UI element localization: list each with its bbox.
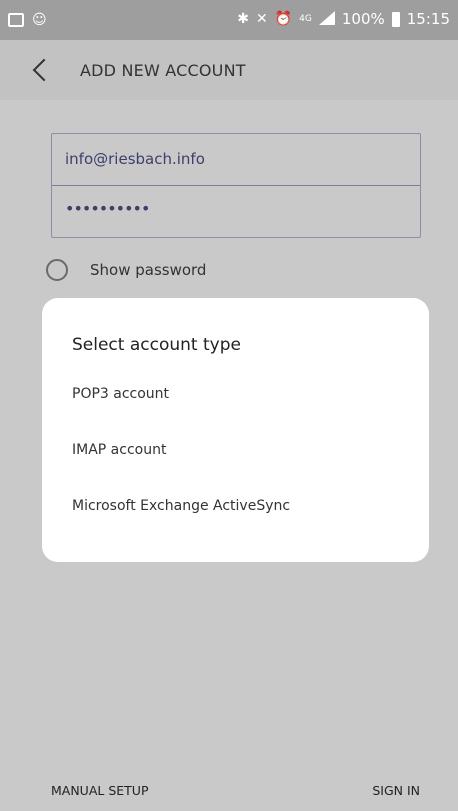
mute-icon: ✕ [256, 11, 268, 27]
option-imap[interactable]: IMAP account [72, 442, 166, 458]
status-bar-right: ✱ ✕ ⏰ 4G 100% 15:15 [237, 9, 450, 29]
status-bar-left: ☺ [8, 10, 47, 30]
clock: 15:15 [406, 10, 450, 28]
manual-setup-button[interactable]: MANUAL SETUP [51, 783, 148, 798]
account-type-dialog: Select account type POP3 account IMAP ac… [42, 298, 429, 562]
credentials-group: info@riesbach.info •••••••••• [51, 133, 421, 238]
option-exchange[interactable]: Microsoft Exchange ActiveSync [72, 498, 290, 514]
email-value: info@riesbach.info [65, 150, 205, 168]
gallery-icon [8, 13, 24, 27]
network-type: 4G [299, 14, 312, 24]
battery-percent: 100% [341, 10, 385, 28]
dialog-title: Select account type [72, 335, 241, 355]
password-value: •••••••••• [65, 199, 150, 218]
smiley-icon: ☺ [32, 12, 47, 28]
alarm-icon: ⏰ [274, 11, 293, 27]
email-field[interactable]: info@riesbach.info [52, 134, 420, 186]
page-title: ADD NEW ACCOUNT [80, 61, 246, 80]
show-password-label: Show password [90, 261, 207, 279]
status-bar: ☺ ✱ ✕ ⏰ 4G 100% 15:15 [0, 0, 458, 40]
show-password-radio[interactable] [46, 259, 68, 281]
sign-in-button[interactable]: SIGN IN [372, 783, 420, 798]
battery-icon [391, 11, 400, 27]
option-pop3[interactable]: POP3 account [72, 386, 169, 402]
signal-icon [318, 11, 335, 25]
app-bar: ADD NEW ACCOUNT [0, 40, 458, 100]
bluetooth-icon: ✱ [237, 11, 249, 27]
chevron-left-icon[interactable] [32, 58, 56, 82]
password-field[interactable]: •••••••••• [52, 186, 420, 237]
show-password-option[interactable]: Show password [46, 259, 206, 281]
